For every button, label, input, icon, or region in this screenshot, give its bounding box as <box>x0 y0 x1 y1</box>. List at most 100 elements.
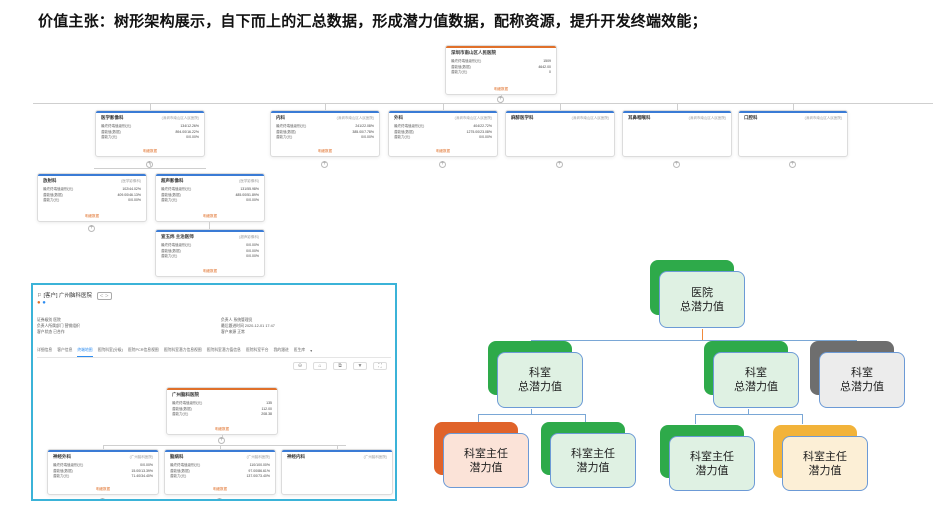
pin-icon[interactable]: ● <box>37 300 41 306</box>
detail-link[interactable]: 明细数据 <box>156 214 264 219</box>
card-name: 放射科 <box>43 178 57 183</box>
director-potential-node: 科室主任 潜力值 <box>434 422 530 489</box>
card-name: 医学影像科 <box>101 115 124 120</box>
card-header: 麻醉医学科 (深圳市南山区人民医院) <box>511 115 609 121</box>
card-header: 神经内科 (广州脑科医院) <box>287 454 387 460</box>
pager-control[interactable]: ＜ ＞ <box>96 292 112 300</box>
connector-line <box>150 103 151 110</box>
tree-dept-card[interactable]: 口腔科 (深圳市南山区人民医院) <box>738 110 848 157</box>
metric-row: 潜能力(元) 71.40/34.40% <box>53 474 153 480</box>
panel-tabs: 详细信息 客户信息 终端地图 医院科室(分级) 医院PCR信息视图 医院科室潜力信息视图医… <box>37 348 391 358</box>
card-metrics: 最终终端值级别(元) 110/100.00% 潜能值(数据) 97.00/86.61%… <box>170 463 270 480</box>
tree-dept-card[interactable]: 医学影像科 (深圳市南山区人民医院) 最终终端值级别(元) 134/12.26% 潜能值… <box>95 110 205 157</box>
tab-item[interactable]: 我的跟进 <box>274 348 289 357</box>
card-accent <box>156 174 264 176</box>
metric-row: 潜能力(元) 0/0.00% <box>43 198 141 204</box>
card-name: 耳鼻咽喉科 <box>628 115 651 120</box>
share-icon[interactable]: ● <box>42 300 46 306</box>
card-header: 宣玉炜 主治医师 (超声影像科) <box>161 234 259 240</box>
toolbar-button[interactable]: ⧉ <box>333 362 347 370</box>
detail-link[interactable]: 明细数据 <box>446 87 556 92</box>
expand-icon[interactable]: + <box>216 498 223 499</box>
expand-icon[interactable]: + <box>321 161 328 168</box>
tab-item[interactable]: 医院科室潜力信息视图 <box>164 348 202 357</box>
detail-link[interactable]: 明细数据 <box>48 487 158 492</box>
card-name: 神经外科 <box>53 454 71 459</box>
toolbar-button[interactable]: ⌂ <box>313 362 327 370</box>
metric-row: 潜能力(元) 208.38 <box>172 412 272 418</box>
node-label: 医院 总潜力值 <box>659 271 745 328</box>
metric-label: 潜能力(元) <box>451 70 468 74</box>
metric-value: 208.38 <box>261 412 272 416</box>
card-header: 深圳市南山区人民医院 <box>451 50 551 56</box>
connector-line <box>325 103 326 110</box>
diagram-connector <box>802 414 803 424</box>
panel-tree-root[interactable]: 广州脑科医院 最终终端值级别(元) 135 潜能值(数据) 112.00 潜能力(元) 20… <box>166 387 278 435</box>
detail-link[interactable]: 明细数据 <box>156 269 264 274</box>
tree-dept-card[interactable]: 外科 (深圳市南山区人民医院) 最终终端值级别(元) 404/22.72% 潜能值(数据… <box>388 110 498 157</box>
tab-item[interactable]: 客户信息 <box>57 348 72 357</box>
expand-icon[interactable]: + <box>88 225 95 232</box>
metric-row: 潜能力(元) 0/0.00% <box>101 135 199 141</box>
tree-subdept-card[interactable]: 超声影像科 (医学影像科) 最终终端值级别(元) 131/55.98% 潜能值(数据) 4… <box>155 173 265 222</box>
expand-icon[interactable]: + <box>439 161 446 168</box>
dept-total-node: 科室 总潜力值 <box>488 341 584 409</box>
toolbar-button[interactable]: ⊖ <box>293 362 307 370</box>
tab-item[interactable]: 医院科室(分级) <box>98 348 123 357</box>
tree-doctor-card[interactable]: 宣玉炜 主治医师 (超声影像科) 最终终端值级别(元) 0/0.00% 潜能值(数据) 0… <box>155 229 265 277</box>
toolbar-button[interactable]: ▼ <box>353 362 367 370</box>
detail-link[interactable]: 明细数据 <box>167 427 277 432</box>
card-name: 深圳市南山区人民医院 <box>451 50 496 55</box>
tab-item[interactable]: 医院科室平台 <box>246 348 269 357</box>
metric-label: 潜能力(元) <box>394 135 411 139</box>
card-name: 外科 <box>394 115 403 120</box>
tab-item[interactable]: 医院PCR信息视图 <box>128 348 159 357</box>
card-accent <box>739 111 847 113</box>
expand-icon[interactable]: + <box>497 96 504 103</box>
tree-subdept-card[interactable]: 放射科 (医学影像科) 最终终端值级别(元) 102/44.02% 潜能值(数据) 409… <box>37 173 147 222</box>
tree-root-hospital[interactable]: 深圳市南山区人民医院 最终终端值级别(元) 1509 潜能值(数据) 4642.00 潜能… <box>445 45 557 95</box>
tree-dept-card[interactable]: 耳鼻咽喉科 (深圳市南山区人民医院) <box>622 110 732 157</box>
card-header: 医学影像科 (深圳市南山区人民医院) <box>101 115 199 121</box>
tab-item[interactable]: 医院科室潜力值信息 <box>207 348 241 357</box>
tree-dept-card[interactable]: 麻醉医学科 (深圳市南山区人民医院) <box>505 110 615 157</box>
card-parent: (深圳市南山区人民医院) <box>161 116 199 120</box>
card-accent <box>271 111 379 113</box>
dept-total-node: 科室 总潜力值 <box>704 341 800 409</box>
connector-line <box>560 103 561 110</box>
panel-dept-card[interactable]: 脑病科 (广州脑科医院) 最终终端值级别(元) 110/100.00% 潜能值(数据) 9… <box>164 449 276 495</box>
tabs-more-icon[interactable]: ▾ <box>310 348 312 357</box>
detail-link[interactable]: 明细数据 <box>38 214 146 219</box>
tree-dept-card[interactable]: 内科 (深圳市南山区人民医院) 最终终端值级别(元) 241/22.08% 潜能值(数据… <box>270 110 380 157</box>
detail-link[interactable]: 明细数据 <box>389 149 497 154</box>
card-name: 神经内科 <box>287 454 305 459</box>
card-parent: (深圳市南山区人民医院) <box>454 116 492 120</box>
node-label: 科室 总潜力值 <box>819 352 905 408</box>
card-metrics: 最终终端值级别(元) 241/22.08% 潜能值(数据) 385.00/7.78% 潜… <box>276 124 374 141</box>
expand-icon[interactable]: + <box>673 161 680 168</box>
tab-item[interactable]: 详细信息 <box>37 348 52 357</box>
metric-value: 0/0.00% <box>479 135 492 139</box>
expand-icon[interactable]: + <box>99 498 106 499</box>
expand-icon[interactable]: + <box>556 161 563 168</box>
card-parent: (广州脑科医院) <box>129 455 153 459</box>
expand-icon[interactable]: + <box>218 437 225 444</box>
tab-item[interactable]: 终端地图 <box>77 348 93 357</box>
detail-link[interactable]: 明细数据 <box>271 149 379 154</box>
node-label: 科室主任 潜力值 <box>443 433 529 488</box>
tab-item[interactable]: 医生库 <box>294 348 305 357</box>
card-parent: (广州脑科医院) <box>246 455 270 459</box>
card-name: 超声影像科 <box>161 178 184 183</box>
card-accent <box>506 111 614 113</box>
expand-icon[interactable]: + <box>789 161 796 168</box>
panel-dept-card[interactable]: 神经内科 (广州脑科医院) <box>281 449 393 495</box>
card-name: 脑病科 <box>170 454 184 459</box>
customer-detail-panel: ⚐ [客户] 广州脑科医院 ＜ ＞ ● ● 证券级别 医院 负责人所属部门 营销… <box>31 283 397 501</box>
diagram-connector <box>695 414 802 415</box>
detail-link[interactable]: 明细数据 <box>96 149 204 154</box>
toolbar-button[interactable]: ⛶ <box>373 362 387 370</box>
dept-total-node: 科室 总潜力值 <box>810 341 906 409</box>
detail-link[interactable]: 明细数据 <box>165 487 275 492</box>
panel-dept-card[interactable]: 神经外科 (广州脑科医院) 最终终端值级别(元) 0/0.00% 潜能值(数据) 15.0… <box>47 449 159 495</box>
metric-value: 0/0.00% <box>361 135 374 139</box>
